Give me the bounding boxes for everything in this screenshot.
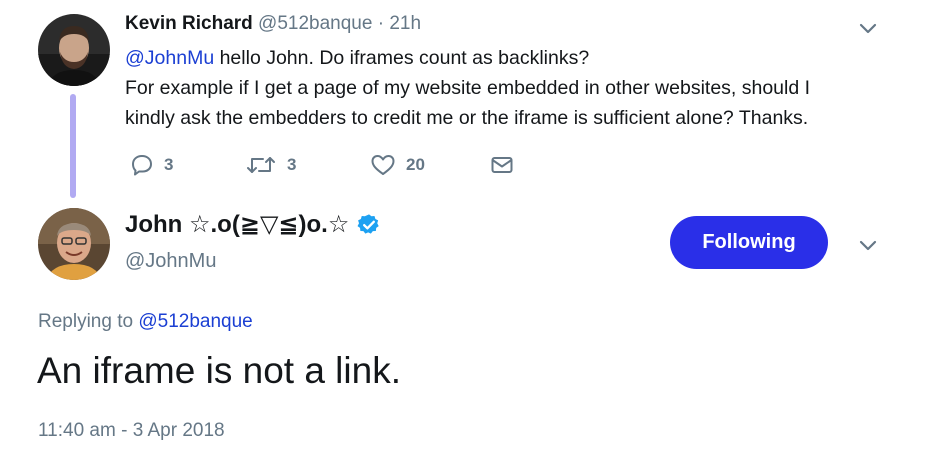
tweet1-author-handle[interactable]: @512banque <box>258 13 372 34</box>
following-button[interactable]: Following <box>670 216 828 269</box>
tweet2-author-name[interactable]: John ☆.o(≧▽≦)o.☆ <box>125 210 349 239</box>
avatar-kevin-richard[interactable] <box>38 14 110 86</box>
verified-badge-icon <box>357 213 381 237</box>
tweet2-text: An iframe is not a link. <box>37 350 401 391</box>
reply-count: 3 <box>164 155 174 174</box>
replying-to-line: Replying to @512banque <box>38 311 253 333</box>
tweet1-separator: · <box>377 13 385 34</box>
tweet2-author-handle[interactable]: @JohnMu <box>125 250 216 273</box>
tweet1-time[interactable]: 21h <box>389 13 421 34</box>
tweet1-menu-chevron-down-icon[interactable] <box>857 17 879 39</box>
like-count: 20 <box>406 155 425 174</box>
tweet2-author-name-row: John ☆.o(≧▽≦)o.☆ <box>125 210 381 239</box>
thread-connector-line <box>70 94 76 198</box>
like-button[interactable]: 20 <box>370 151 425 179</box>
tweet1-author-name[interactable]: Kevin Richard <box>125 13 253 34</box>
reply-button[interactable]: 3 <box>130 151 173 179</box>
retweet-count: 3 <box>287 155 297 174</box>
tweet2-menu-chevron-down-icon[interactable] <box>857 234 879 256</box>
tweet1-text: @JohnMu hello John. Do iframes count as … <box>125 43 885 133</box>
tweet1-header: Kevin Richard @512banque · 21h <box>125 13 421 35</box>
avatar-john-mu[interactable] <box>38 208 110 280</box>
retweet-icon <box>245 153 277 177</box>
retweet-button[interactable]: 3 <box>245 151 296 179</box>
tweet2-timestamp[interactable]: 11:40 am - 3 Apr 2018 <box>38 420 225 442</box>
replying-to-link[interactable]: @512banque <box>138 311 252 332</box>
tweet1-text-line3: kindly ask the embedders to credit me or… <box>125 107 809 129</box>
message-icon <box>490 153 514 177</box>
like-icon <box>370 153 396 177</box>
tweet1-mention-link[interactable]: @JohnMu <box>125 47 214 69</box>
replying-to-prefix: Replying to <box>38 311 139 332</box>
reply-icon <box>130 153 154 177</box>
tweet1-text-line1: hello John. Do iframes count as backlink… <box>214 47 590 69</box>
direct-message-button[interactable] <box>490 151 514 179</box>
tweet1-text-line2: For example if I get a page of my websit… <box>125 77 811 99</box>
